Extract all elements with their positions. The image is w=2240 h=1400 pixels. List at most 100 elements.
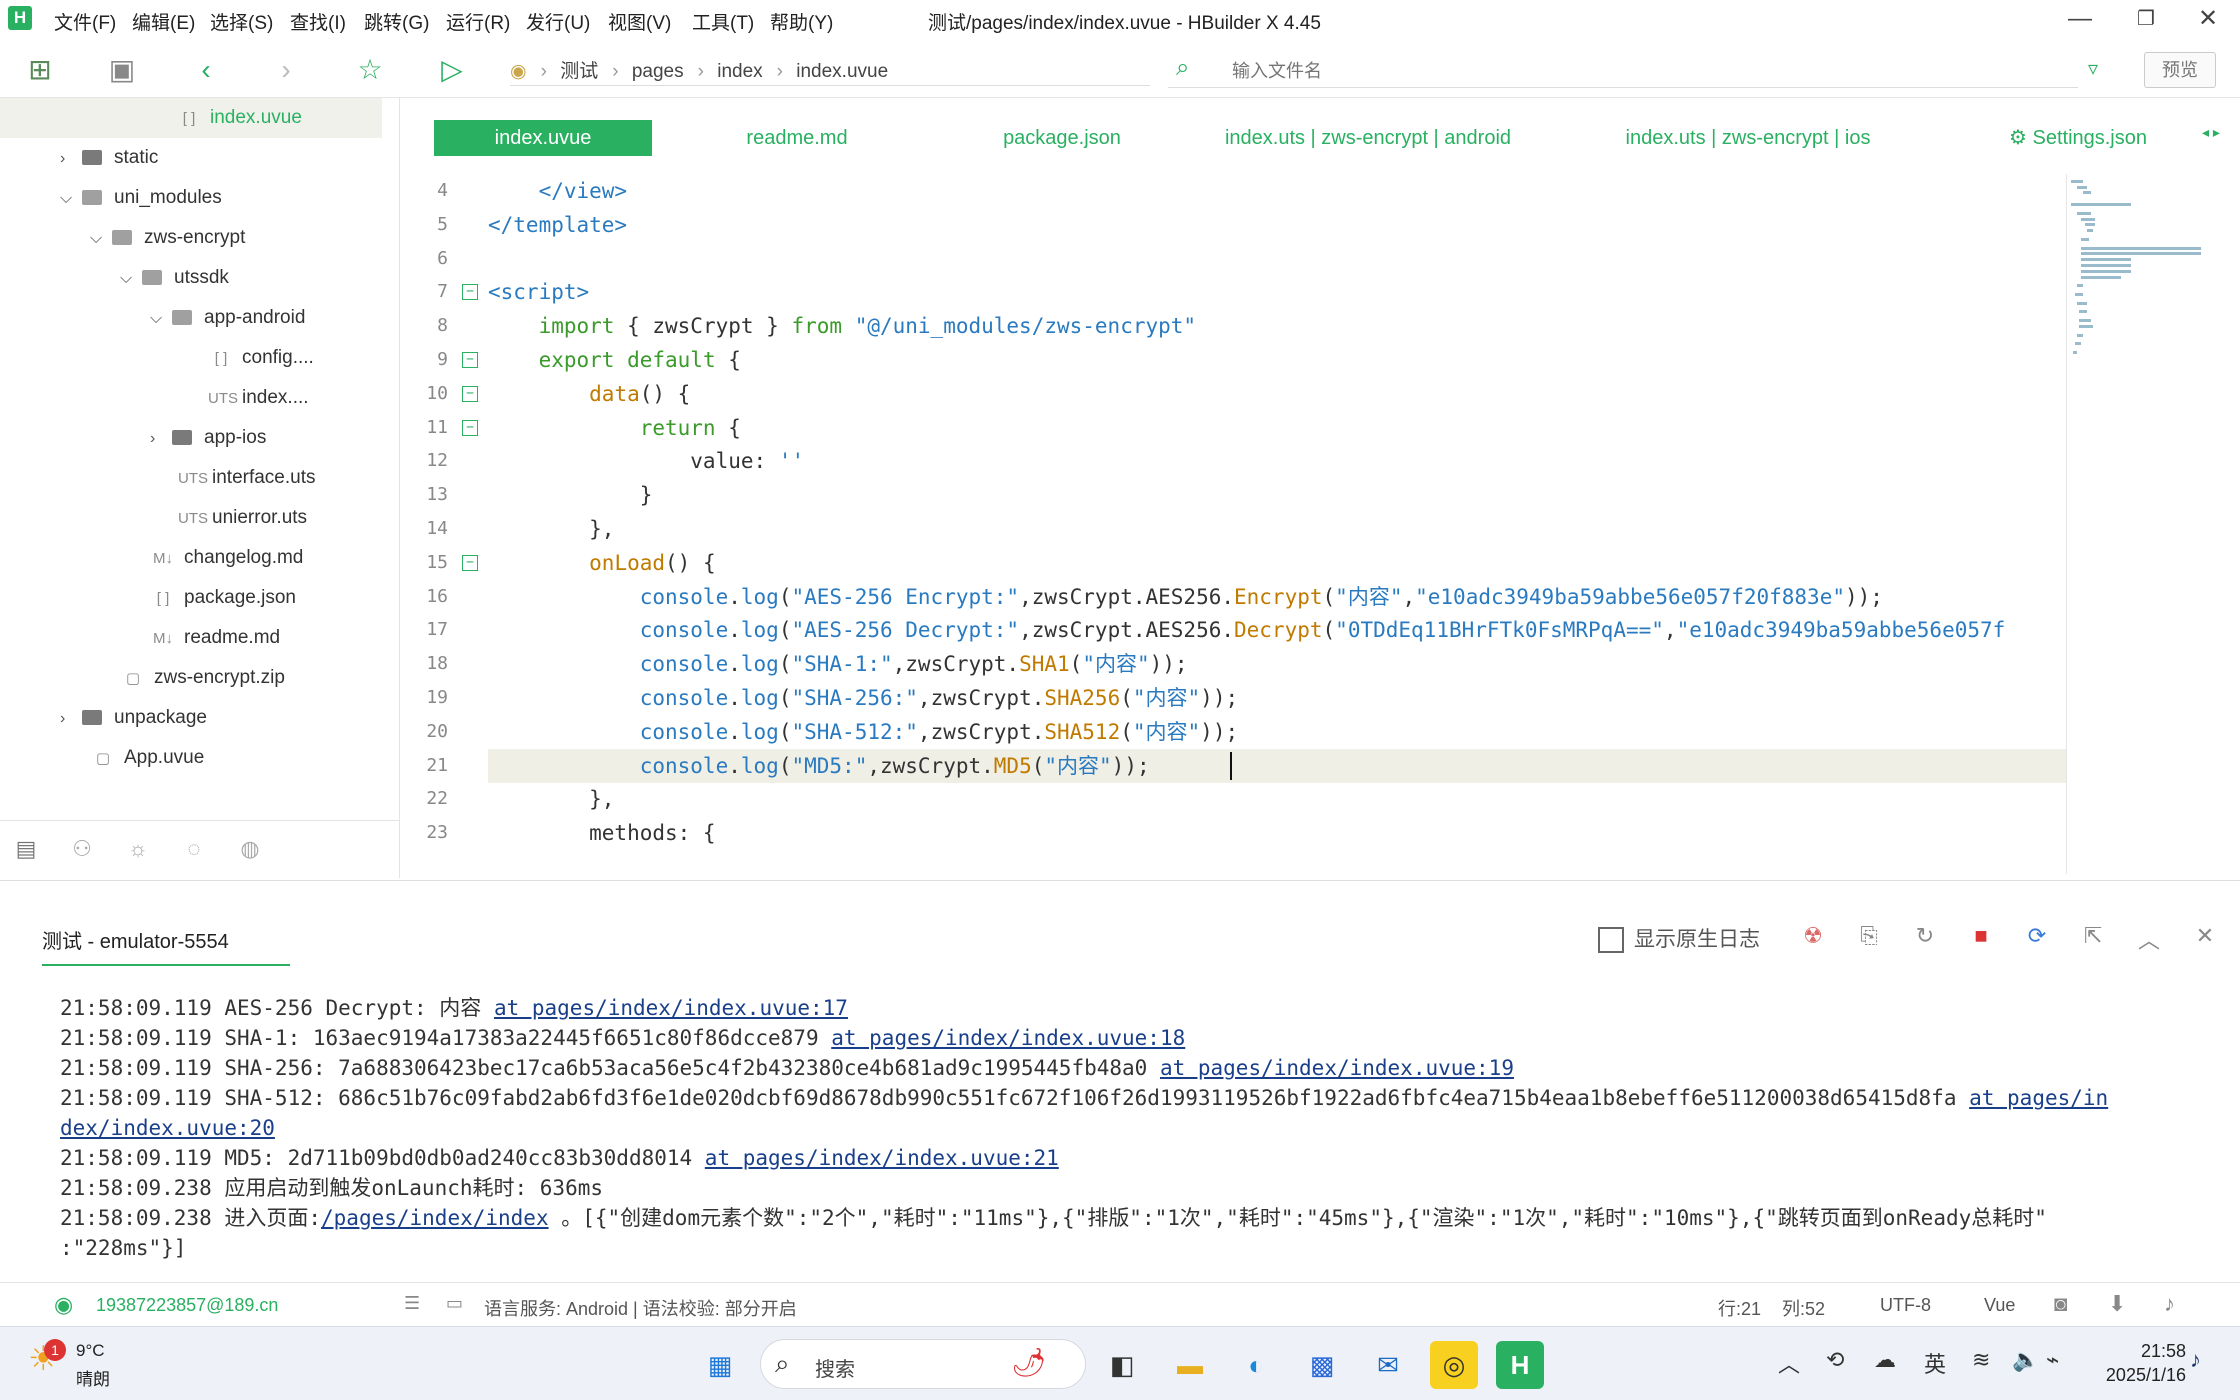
menu-find[interactable]: 查找(I) xyxy=(290,8,346,35)
clock-date[interactable]: 2025/1/16 xyxy=(2094,1365,2186,1386)
edge-icon[interactable]: ◐ xyxy=(1232,1341,1280,1389)
fold-icon[interactable]: − xyxy=(462,419,478,436)
filter-icon[interactable]: ▿ xyxy=(2088,56,2098,81)
log-source-link[interactable]: at pages/index/index.uvue:19 xyxy=(1160,1056,1514,1080)
code-line[interactable]: 13 } xyxy=(402,478,2066,512)
wifi-icon[interactable]: ≋ xyxy=(1972,1347,1990,1373)
task-view-icon[interactable]: ◧ xyxy=(1098,1341,1146,1389)
battery-icon[interactable]: ⌁ xyxy=(2046,1347,2059,1373)
clear-icon[interactable]: ⎘ xyxy=(1852,923,1886,953)
close-icon[interactable]: ✕ xyxy=(2178,0,2238,40)
code-line[interactable]: 7− <script> xyxy=(402,275,2066,309)
terminal-icon[interactable]: ▭ xyxy=(446,1293,463,1314)
code-line[interactable]: 22 }, xyxy=(402,782,2066,816)
tab-scroll-icon[interactable]: ◂ ▸ xyxy=(2202,124,2220,141)
minimize-icon[interactable]: — xyxy=(2050,0,2110,40)
tree-item[interactable]: [ ] config.... xyxy=(208,338,314,378)
clock-time[interactable]: 21:58 xyxy=(2094,1341,2186,1362)
cursor-row[interactable]: 行:21 xyxy=(1718,1295,1761,1321)
log-source-link[interactable]: dex/index.uvue:20 xyxy=(60,1116,275,1140)
menu-run[interactable]: 运行(R) xyxy=(446,8,510,35)
new-file-icon[interactable]: ⊞ xyxy=(20,50,60,90)
menu-file[interactable]: 文件(F) xyxy=(54,8,116,35)
code-line[interactable]: 5 </template> xyxy=(402,208,2066,242)
forward-icon[interactable]: › xyxy=(266,50,306,90)
tab-readme[interactable]: readme.md xyxy=(702,120,892,156)
chevron-down-icon[interactable]: ⌵ xyxy=(150,299,172,339)
fold-icon[interactable]: − xyxy=(462,352,478,368)
stop-icon[interactable]: ■ xyxy=(1964,923,1998,953)
close-console-icon[interactable]: ✕ xyxy=(2188,923,2222,953)
star-icon[interactable]: ☆ xyxy=(350,50,390,90)
native-log-checkbox[interactable] xyxy=(1598,927,1624,954)
menu-edit[interactable]: 编辑(E) xyxy=(132,8,195,35)
code-line[interactable]: 10− data() { xyxy=(402,377,2066,411)
chat-icon[interactable]: ◙ xyxy=(2054,1291,2067,1317)
explorer-icon[interactable]: ▬ xyxy=(1166,1341,1214,1389)
code-line[interactable]: 12 value: '' xyxy=(402,444,2066,478)
code-line[interactable]: 19 console.log("SHA-256:",zwsCrypt.SHA25… xyxy=(402,681,2066,715)
tree-item[interactable]: M↓ readme.md xyxy=(150,618,280,658)
log-source-link[interactable]: at pages/index/index.uvue:17 xyxy=(494,996,848,1020)
tree-item[interactable]: ⌵ zws-encrypt xyxy=(90,218,245,258)
sync-icon[interactable]: ⟳ xyxy=(2020,923,2054,953)
hbuilder-taskbar-icon[interactable]: H xyxy=(1496,1341,1544,1389)
restart-icon[interactable]: ↻ xyxy=(1908,923,1942,953)
breadcrumb-item[interactable]: pages xyxy=(632,61,684,82)
menu-goto[interactable]: 跳转(G) xyxy=(364,8,429,35)
volume-icon[interactable]: 🔈 xyxy=(2012,1347,2039,1373)
tree-item[interactable]: [ ] index.uvue xyxy=(0,98,382,138)
tree-item[interactable]: › unpackage xyxy=(60,698,207,738)
back-icon[interactable]: ‹ xyxy=(186,50,226,90)
code-line[interactable]: 8 import { zwsCrypt } from "@/uni_module… xyxy=(402,309,2066,343)
code-line[interactable]: 20 console.log("SHA-512:",zwsCrypt.SHA51… xyxy=(402,715,2066,749)
plugin-icon[interactable]: ⚇ xyxy=(62,831,102,867)
tree-item[interactable]: › static xyxy=(60,138,158,178)
list-icon[interactable]: ☰ xyxy=(404,1293,420,1314)
outlook-icon[interactable]: ✉ xyxy=(1364,1341,1412,1389)
tab-package-json[interactable]: package.json xyxy=(952,120,1172,156)
project-manager-icon[interactable]: ▤ xyxy=(6,831,46,867)
start-icon[interactable]: ▦ xyxy=(696,1341,744,1389)
code-line[interactable]: 15− onLoad() { xyxy=(402,546,2066,580)
tree-item[interactable]: ⌵ uni_modules xyxy=(60,178,222,218)
console-tab[interactable]: 测试 - emulator-5554 xyxy=(42,925,290,966)
native-log-toggle[interactable]: 显示原生日志 xyxy=(1598,923,1760,954)
lang-service-status[interactable]: 语言服务: Android | 语法校验: 部分开启 xyxy=(484,1295,797,1321)
git-icon[interactable]: ◌ xyxy=(174,831,214,867)
account-label[interactable]: 19387223857@189.cn xyxy=(96,1295,278,1316)
chevron-down-icon[interactable]: ⌵ xyxy=(90,219,112,259)
log-source-link[interactable]: at pages/index/index.uvue:18 xyxy=(831,1026,1185,1050)
cursor-col[interactable]: 列:52 xyxy=(1782,1295,1825,1321)
ime-label[interactable]: 英 xyxy=(1924,1347,1946,1379)
log-source-link[interactable]: at pages/in xyxy=(1969,1086,2108,1110)
bell-icon[interactable]: ♪ xyxy=(2164,1291,2175,1317)
app-icon[interactable]: ◎ xyxy=(1430,1341,1478,1389)
code-line[interactable]: 21 console.log("MD5:",zwsCrypt.MD5("内容")… xyxy=(402,748,2066,783)
run-icon[interactable]: ▷ xyxy=(432,50,472,90)
refresh-tray-icon[interactable]: ⟲ xyxy=(1826,1347,1844,1373)
code-line[interactable]: 6 xyxy=(402,242,2066,276)
tree-item[interactable]: › app-ios xyxy=(150,418,266,458)
preview-button[interactable]: 预览 xyxy=(2144,52,2216,88)
menu-publish[interactable]: 发行(U) xyxy=(526,8,590,35)
tree-item[interactable]: ⌵ app-android xyxy=(150,298,305,338)
tree-item[interactable]: UTS unierror.uts xyxy=(178,498,307,538)
browser-icon[interactable]: ◍ xyxy=(230,831,270,867)
code-line[interactable]: 14 }, xyxy=(402,512,2066,546)
menu-help[interactable]: 帮助(Y) xyxy=(770,8,833,35)
tree-item[interactable]: UTS index.... xyxy=(208,378,309,418)
cloud-icon[interactable]: ☁ xyxy=(1874,1347,1896,1373)
menu-tools[interactable]: 工具(T) xyxy=(692,8,754,35)
chevron-right-icon[interactable]: › xyxy=(60,139,82,179)
tab-index-uts-ios[interactable]: index.uts | zws-encrypt | ios xyxy=(1598,120,1898,156)
chevron-right-icon[interactable]: › xyxy=(150,419,172,459)
minimap[interactable] xyxy=(2066,174,2240,874)
file-search-input[interactable] xyxy=(1232,58,1932,84)
log-source-link[interactable]: at pages/index/index.uvue:21 xyxy=(705,1146,1059,1170)
language-mode[interactable]: Vue xyxy=(1984,1295,2015,1316)
breadcrumb-item[interactable]: index xyxy=(717,61,762,82)
tab-index-uts-android[interactable]: index.uts | zws-encrypt | android xyxy=(1198,120,1538,156)
tree-item[interactable]: ⌵ utssdk xyxy=(120,258,229,298)
code-editor[interactable]: 4 </view> 5 </template> 6 7− <script> 8 import… xyxy=(402,174,2066,874)
